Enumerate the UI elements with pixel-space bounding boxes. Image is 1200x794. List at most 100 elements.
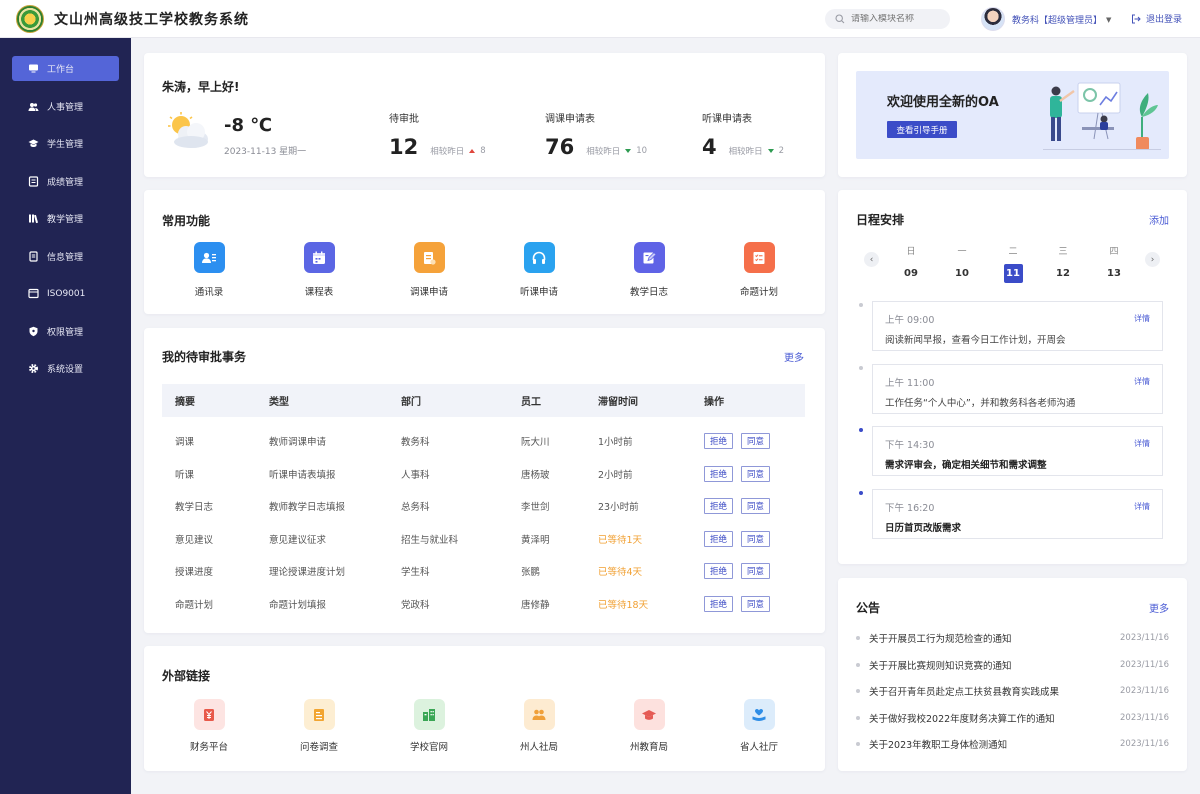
user-avatar[interactable]	[981, 7, 1005, 31]
link-finance-platform[interactable]: 财务平台	[154, 699, 264, 753]
yen-icon	[193, 699, 225, 730]
guide-button[interactable]: 查看引导手册	[887, 121, 957, 138]
add-schedule-link[interactable]: 添加	[1149, 212, 1169, 227]
external-links-card: 外部链接 财务平台 问卷调查 学校官网 州人社局 州教育局 省人社厅	[144, 646, 825, 771]
user-menu[interactable]: 教务科【超级管理员】 ▼	[1012, 13, 1111, 27]
sidebar-item-label: ISO9001	[47, 288, 86, 299]
schedule-event[interactable]: 上午 11:00 详情 工作任务“个人中心”，并和教务科各老师沟通	[872, 364, 1163, 414]
event-detail-link[interactable]: 详情	[1134, 438, 1150, 449]
bullet-dot	[856, 663, 860, 667]
cell-staff: 唐修静	[521, 600, 550, 611]
search-input[interactable]	[851, 14, 941, 24]
notice-item[interactable]: 关于开展员工行为规范检查的通知 2023/11/16	[856, 631, 1169, 645]
notices-more-link[interactable]: 更多	[1149, 600, 1169, 615]
reject-button[interactable]: 拒绝	[704, 563, 734, 579]
calendar-day[interactable]: 日 09	[900, 244, 922, 283]
stat-observation[interactable]: 听课申请表 4 相较昨日 2	[702, 110, 784, 159]
column-header: 员工	[521, 397, 541, 408]
link-prefecture-education[interactable]: 州教育局	[594, 699, 704, 753]
func-timetable[interactable]: 课程表	[264, 242, 374, 298]
sidebar-item-personnel[interactable]: 人事管理	[12, 94, 119, 119]
sidebar-item-iso9001[interactable]: ISO9001	[12, 281, 119, 306]
func-label: 听课申请	[519, 287, 558, 298]
cell-type: 命题计划填报	[269, 600, 327, 611]
sidebar-item-label: 权限管理	[47, 327, 84, 338]
func-exam-plan[interactable]: 命题计划	[704, 242, 814, 298]
func-reschedule[interactable]: 调课申请	[374, 242, 484, 298]
cell-summary: 授课进度	[175, 567, 214, 578]
module-search[interactable]	[825, 9, 950, 29]
reject-button[interactable]: 拒绝	[704, 596, 734, 612]
stat-pending[interactable]: 待审批 12 相较昨日 8	[389, 110, 486, 159]
calendar-day-selected[interactable]: 二 11	[1002, 244, 1024, 283]
cell-stay: 已等待1天	[598, 535, 643, 546]
chevron-left-icon[interactable]: ‹	[864, 252, 879, 267]
logout-button[interactable]: 退出登录	[1131, 12, 1182, 25]
cell-dept: 总务科	[401, 502, 430, 513]
notice-item[interactable]: 关于开展比赛规则知识竞赛的通知 2023/11/16	[856, 658, 1169, 672]
day-number: 11	[1003, 264, 1023, 283]
edit-icon	[633, 242, 665, 273]
notice-item[interactable]: 关于2023年教职工身体检测通知 2023/11/16	[856, 737, 1169, 751]
cell-dept: 人事科	[401, 470, 430, 481]
sidebar-item-grades[interactable]: 成绩管理	[12, 169, 119, 194]
event-detail-link[interactable]: 详情	[1134, 376, 1150, 387]
reject-button[interactable]: 拒绝	[704, 531, 734, 547]
func-observation[interactable]: 听课申请	[484, 242, 594, 298]
notice-title: 关于开展比赛规则知识竞赛的通知	[869, 661, 1012, 672]
sidebar-item-workbench[interactable]: 工作台	[12, 56, 119, 81]
approvals-more-link[interactable]: 更多	[784, 349, 804, 364]
top-header: 文山州高级技工学校教务系统 教务科【超级管理员】 ▼ 退出登录	[0, 0, 1200, 38]
link-survey[interactable]: 问卷调查	[264, 699, 374, 753]
func-teaching-log[interactable]: 教学日志	[594, 242, 704, 298]
sidebar-item-info[interactable]: 信息管理	[12, 244, 119, 269]
sidebar-item-teaching[interactable]: 教学管理	[12, 206, 119, 231]
sidebar-item-students[interactable]: 学生管理	[12, 131, 119, 156]
schedule-event[interactable]: 上午 09:00 详情 阅读新闻早报，查看今日工作计划，开周会	[872, 301, 1163, 351]
table-header: 摘要 类型 部门 员工 滞留时间 操作	[162, 384, 805, 417]
reject-button[interactable]: 拒绝	[704, 498, 734, 514]
link-school-website[interactable]: 学校官网	[374, 699, 484, 753]
notice-item[interactable]: 关于召开青年员赴定点工扶贫县教育实践成果 2023/11/16	[856, 684, 1169, 698]
sidebar-item-settings[interactable]: 系统设置	[12, 356, 119, 381]
sidebar-item-label: 人事管理	[47, 102, 84, 113]
cell-summary: 听课	[175, 470, 195, 481]
stat-label: 待审批	[389, 114, 419, 125]
calendar-day[interactable]: 一 10	[951, 244, 973, 283]
calendar-day[interactable]: 四 13	[1103, 244, 1125, 283]
approve-button[interactable]: 同意	[741, 466, 771, 482]
event-time: 上午 09:00	[885, 315, 935, 326]
monitor-icon	[28, 63, 39, 74]
approve-button[interactable]: 同意	[741, 498, 771, 514]
cell-dept: 教务科	[401, 437, 430, 448]
approve-button[interactable]: 同意	[741, 433, 771, 449]
sidebar-item-permissions[interactable]: 权限管理	[12, 319, 119, 344]
cell-staff: 阮大川	[521, 437, 550, 448]
link-prefecture-hrss[interactable]: 州人社局	[484, 699, 594, 753]
weekday-label: 二	[1008, 247, 1018, 257]
approve-button[interactable]: 同意	[741, 596, 771, 612]
approve-button[interactable]: 同意	[741, 531, 771, 547]
banner-title: 欢迎使用全新的OA	[887, 95, 999, 110]
reject-button[interactable]: 拒绝	[704, 466, 734, 482]
trend-up-icon	[469, 149, 476, 153]
reject-button[interactable]: 拒绝	[704, 433, 734, 449]
notice-item[interactable]: 关于做好我校2022年度财务决算工作的通知 2023/11/16	[856, 711, 1169, 725]
approve-button[interactable]: 同意	[741, 563, 771, 579]
day-number: 12	[1056, 268, 1070, 279]
schedule-event[interactable]: 下午 14:30 详情 需求评审会，确定相关细节和需求调整	[872, 426, 1163, 476]
logout-icon	[1132, 14, 1141, 23]
calendar-day[interactable]: 三 12	[1052, 244, 1074, 283]
func-contacts[interactable]: 通讯录	[154, 242, 264, 298]
event-detail-link[interactable]: 详情	[1134, 501, 1150, 512]
stat-value: 4	[702, 135, 717, 159]
link-province-hrss[interactable]: 省人社厅	[704, 699, 814, 753]
event-detail-link[interactable]: 详情	[1134, 313, 1150, 324]
cell-stay: 1小时前	[598, 437, 633, 448]
chevron-right-icon[interactable]: ›	[1145, 252, 1160, 267]
stat-reschedule[interactable]: 调课申请表 76 相较昨日 10	[545, 110, 647, 159]
event-text: 需求评审会，确定相关细节和需求调整	[885, 460, 1047, 471]
stat-value: 12	[389, 135, 419, 159]
table-row: 授课进度 理论授课进度计划 学生科 张鹏 已等待4天 拒绝 同意	[162, 561, 805, 581]
schedule-event[interactable]: 下午 16:20 详情 日历首页改版需求	[872, 489, 1163, 539]
